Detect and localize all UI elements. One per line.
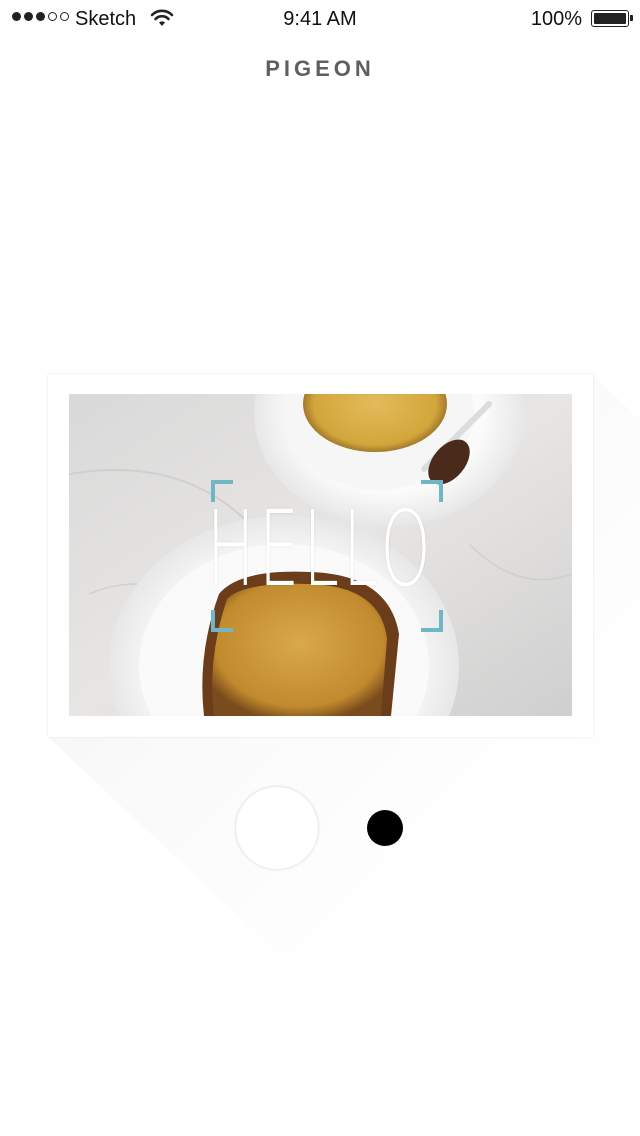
battery-percent: 100% [530,8,582,30]
photo-card[interactable]: HELLO [48,374,593,737]
frame-corner-bottom-left [211,610,233,632]
app-title: PIGEON [265,56,375,81]
frame-corner-top-right [421,480,443,502]
frame-corner-top-left [211,480,233,502]
status-bar: Sketch 9:41 AM 100% [0,0,640,40]
pager-dot-2[interactable] [367,810,403,846]
app-screen: Sketch 9:41 AM 100% PIGEON HELLO [0,0,640,1136]
pager-dot-1-active[interactable] [236,787,318,869]
photo-toast-coffee-image: HELLO [69,394,572,716]
overlay-text: HELLO [206,488,435,610]
battery-icon [591,10,633,27]
frame-corner-bottom-right [421,610,443,632]
